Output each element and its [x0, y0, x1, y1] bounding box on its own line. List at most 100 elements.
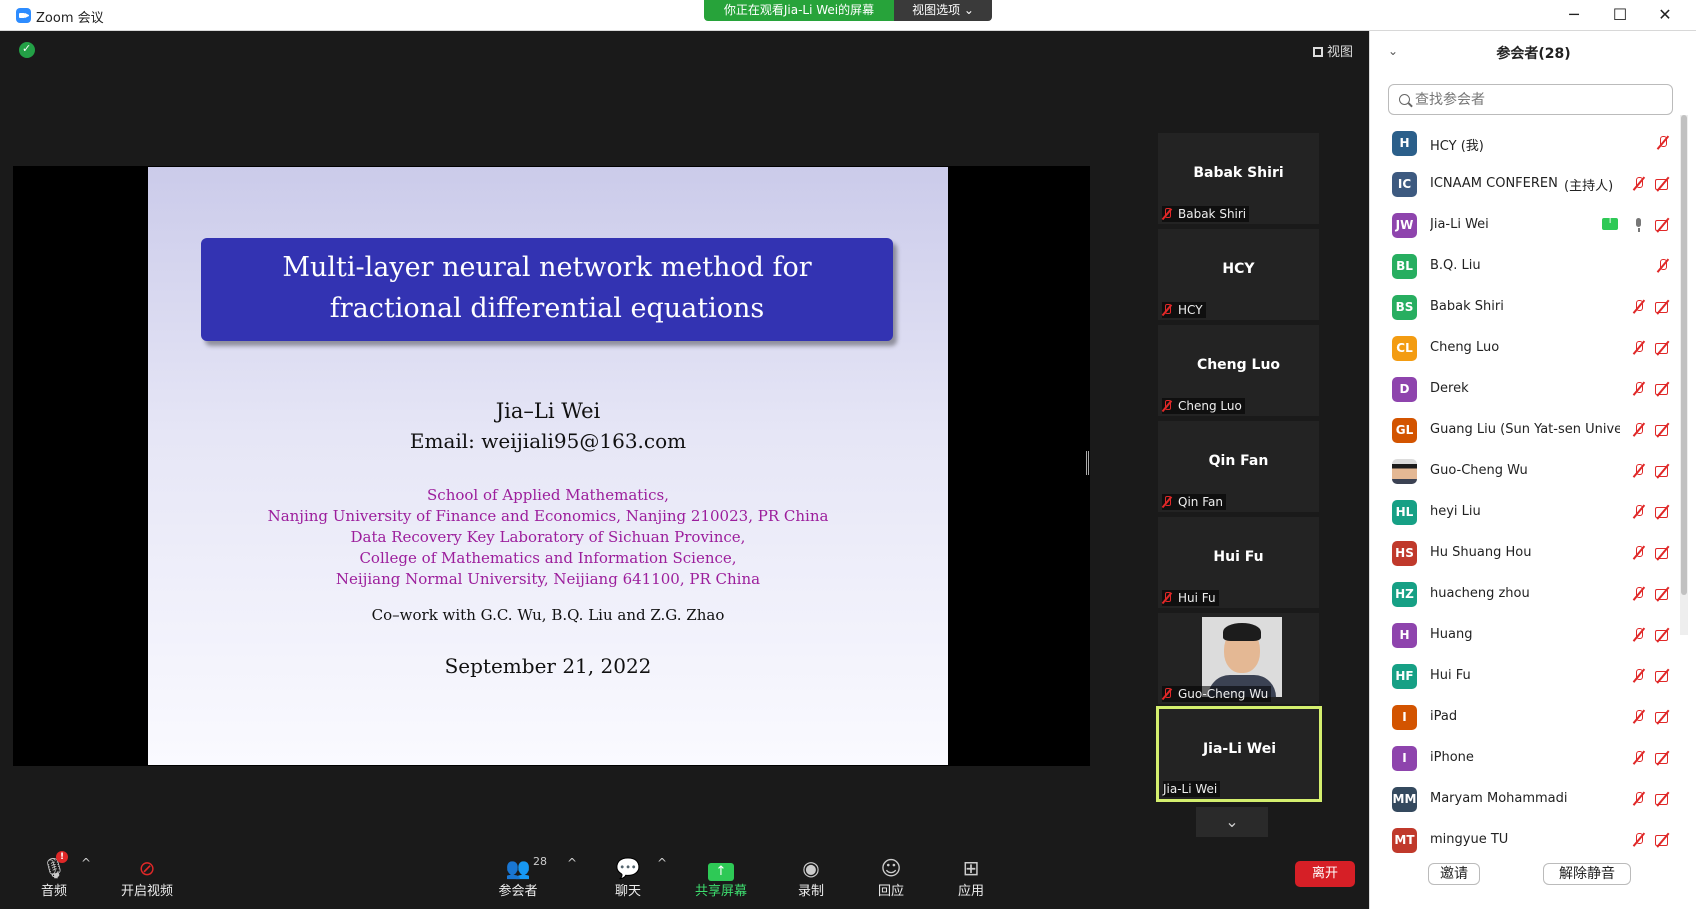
active-speaker-thumbnail[interactable]: Jia-Li Wei Jia-Li Wei [1156, 706, 1322, 802]
mic-muted-icon[interactable] [1654, 258, 1672, 274]
video-thumbnail[interactable]: Guo-Cheng Wu [1158, 613, 1319, 704]
chat-options-caret[interactable]: ^ [657, 856, 667, 870]
mic-muted-icon[interactable] [1630, 832, 1648, 848]
reactions-button[interactable]: ☺ 回应 [856, 856, 926, 899]
mic-muted-icon [1162, 208, 1172, 220]
maximize-icon[interactable]: ☐ [1608, 4, 1632, 26]
mic-muted-icon[interactable] [1630, 709, 1648, 725]
participant-row[interactable]: Guo-Cheng Wu [1370, 451, 1680, 492]
video-thumbnail[interactable]: Qin Fan Qin Fan [1158, 421, 1319, 512]
audio-options-caret[interactable]: ^ [81, 856, 91, 870]
participant-avatar: H [1392, 623, 1417, 648]
thumbnail-label: Jia-Li Wei [1163, 781, 1221, 797]
participant-name: Guang Liu (Sun Yat-sen Univers... [1430, 422, 1620, 437]
participant-row[interactable]: IiPad [1370, 697, 1680, 738]
slide-affiliation: Nanjing University of Finance and Econom… [267, 507, 829, 525]
mic-muted-icon[interactable] [1630, 504, 1648, 520]
start-video-button[interactable]: ⊘ 开启视频 [112, 856, 182, 899]
thumbnail-label: Qin Fan [1162, 494, 1226, 510]
zoom-app: Zoom 会议 你正在观看Jia-Li Wei的屏幕 视图选项 ⌄ ─ ☐ ✕ … [0, 0, 1696, 909]
close-icon[interactable]: ✕ [1653, 4, 1677, 26]
mic-muted-icon[interactable] [1630, 791, 1648, 807]
audio-button[interactable]: 🎙 音频 [19, 856, 89, 899]
participant-row[interactable]: IiPhone [1370, 738, 1680, 779]
participant-search[interactable] [1388, 84, 1673, 115]
mic-muted-icon[interactable] [1630, 750, 1648, 766]
slide-author: Jia–Li Wei [495, 399, 601, 423]
thumbnail-label: Guo-Cheng Wu [1162, 686, 1272, 702]
thumbnails-scroll-down-button[interactable]: ⌄ [1196, 807, 1268, 837]
view-button[interactable]: 视图 [1313, 41, 1353, 60]
participant-row[interactable]: HF Hui Fu [1370, 656, 1680, 697]
mic-muted-icon[interactable] [1630, 586, 1648, 602]
participants-label: 参会者 [498, 884, 538, 899]
mic-muted-icon[interactable] [1630, 668, 1648, 684]
participant-row[interactable]: H HCY (我) [1370, 123, 1680, 164]
participant-list-scrollbar[interactable] [1680, 115, 1688, 635]
record-button[interactable]: ◉ 录制 [776, 856, 846, 899]
video-thumbnail[interactable]: Babak Shiri Babak Shiri [1158, 133, 1319, 224]
mic-muted-icon[interactable] [1654, 135, 1672, 151]
grid-icon [1313, 47, 1323, 57]
security-shield-icon[interactable] [19, 42, 35, 58]
mic-muted-icon [1162, 304, 1172, 316]
participant-avatar: H [1392, 131, 1417, 156]
video-thumbnail[interactable]: Hui Fu Hui Fu [1158, 517, 1319, 608]
view-options-button[interactable]: 视图选项 ⌄ [894, 0, 992, 21]
leave-button[interactable]: 离开 [1295, 861, 1355, 887]
participant-row[interactable]: BL B.Q. Liu [1370, 246, 1680, 287]
participants-options-caret[interactable]: ^ [567, 856, 577, 870]
share-screen-icon: ↑ [686, 856, 756, 881]
chat-button[interactable]: 💬 聊天 [593, 856, 663, 899]
mic-muted-icon[interactable] [1630, 299, 1648, 315]
participant-row[interactable]: JW Jia-Li Wei [1370, 205, 1680, 246]
thumbnail-label: Cheng Luo [1162, 398, 1245, 414]
participant-row[interactable]: MT mingyue TU [1370, 820, 1680, 861]
search-input[interactable] [1415, 89, 1665, 111]
participant-row[interactable]: HZ huacheng zhou [1370, 574, 1680, 615]
participant-row[interactable]: CL Cheng Luo [1370, 328, 1680, 369]
participant-row[interactable]: HL heyi Liu [1370, 492, 1680, 533]
mic-muted-icon[interactable] [1630, 340, 1648, 356]
mic-muted-icon[interactable] [1630, 422, 1648, 438]
apps-button[interactable]: ⊞ 应用 [936, 856, 1006, 899]
participant-row[interactable]: H Huang [1370, 615, 1680, 656]
participant-avatar: MT [1392, 828, 1417, 853]
audio-alert-badge: ! [56, 851, 68, 863]
mic-muted-icon[interactable] [1630, 545, 1648, 561]
mic-muted-icon[interactable] [1630, 176, 1648, 192]
slide-affiliation: Neijiang Normal University, Neijiang 641… [335, 570, 761, 588]
video-off-icon [1654, 709, 1672, 725]
invite-button[interactable]: 邀请 [1428, 863, 1480, 885]
mic-muted-icon[interactable] [1630, 463, 1648, 479]
video-off-icon [1654, 832, 1672, 848]
thumbnail-name: Cheng Luo [1196, 357, 1281, 373]
mic-muted-icon [1162, 592, 1172, 604]
participant-row[interactable]: GL Guang Liu (Sun Yat-sen Univers... [1370, 410, 1680, 451]
participant-avatar: GL [1392, 418, 1417, 443]
reactions-icon: ☺ [880, 856, 902, 880]
split-drag-handle[interactable] [1086, 451, 1089, 475]
video-label: 开启视频 [120, 884, 173, 899]
record-icon: ◉ [802, 856, 820, 880]
video-thumbnail[interactable]: HCY HCY [1158, 229, 1319, 320]
video-thumbnail[interactable]: Cheng Luo Cheng Luo [1158, 325, 1319, 416]
scrollbar-thumb[interactable] [1681, 115, 1687, 595]
share-screen-button[interactable]: ↑ 共享屏幕 [686, 856, 756, 899]
participant-name: mingyue TU [1430, 832, 1509, 847]
search-icon [1399, 94, 1410, 105]
title-bar: Zoom 会议 你正在观看Jia-Li Wei的屏幕 视图选项 ⌄ ─ ☐ ✕ [0, 0, 1696, 31]
participant-row[interactable]: MM Maryam Mohammadi [1370, 779, 1680, 820]
participant-name: Hu Shuang Hou [1430, 545, 1532, 560]
participant-row[interactable]: D Derek [1370, 369, 1680, 410]
video-off-icon [1654, 504, 1672, 520]
microphone-icon[interactable] [1630, 217, 1648, 233]
participant-row[interactable]: IC ICNAAM CONFEREN... (主持人) [1370, 164, 1680, 205]
slide-cowork: Co–work with G.C. Wu, B.Q. Liu and Z.G. … [371, 606, 725, 624]
minimize-icon[interactable]: ─ [1562, 4, 1586, 26]
mic-muted-icon[interactable] [1630, 381, 1648, 397]
unmute-all-button[interactable]: 解除静音 [1543, 863, 1631, 885]
participant-row[interactable]: HS Hu Shuang Hou [1370, 533, 1680, 574]
participant-row[interactable]: BS Babak Shiri [1370, 287, 1680, 328]
mic-muted-icon[interactable] [1630, 627, 1648, 643]
